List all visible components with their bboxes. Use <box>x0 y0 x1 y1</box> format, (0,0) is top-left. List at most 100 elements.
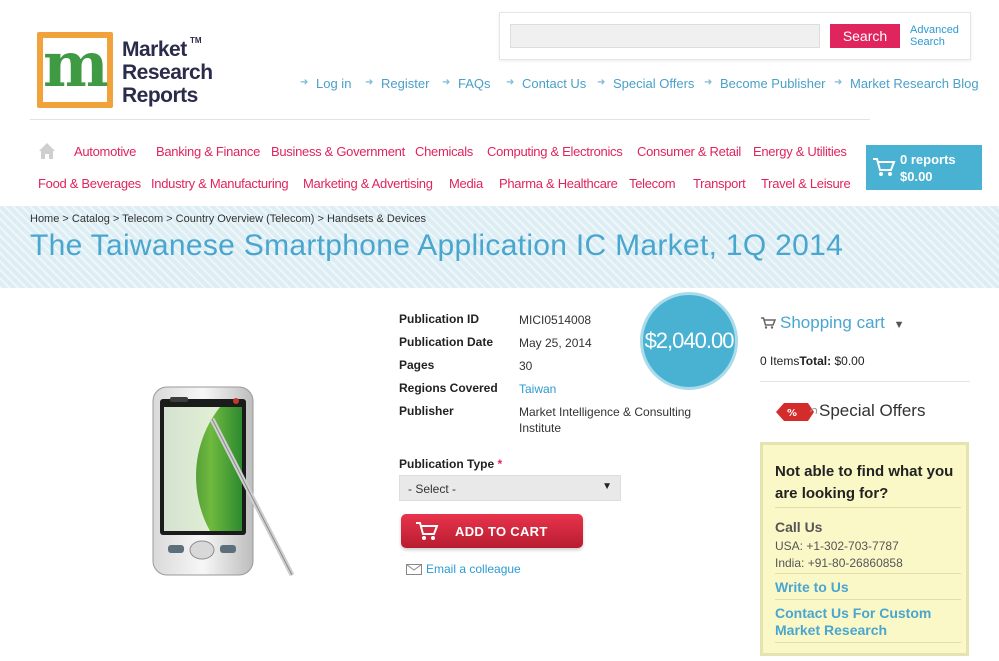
header-cart[interactable]: 0 reports $0.00 <box>866 145 982 190</box>
publication-type-value: - Select - <box>408 482 457 496</box>
category-energy[interactable]: Energy & Utilities <box>753 144 847 159</box>
arrow-right-icon: ➜ <box>300 77 309 88</box>
contact-us-link[interactable]: Contact Us <box>522 76 586 91</box>
category-marketing[interactable]: Marketing & Advertising <box>303 176 433 191</box>
envelope-icon <box>406 564 422 575</box>
discount-tag-icon: % <box>776 403 817 421</box>
call-us-heading: Call Us <box>775 519 823 535</box>
category-telecom[interactable]: Telecom <box>629 176 676 191</box>
publication-type-label: Publication Type * <box>399 457 502 471</box>
detail-label: Publication ID <box>399 312 480 326</box>
publisher-line: Market Intelligence & Consulting <box>519 405 692 419</box>
cart-icon <box>761 317 777 329</box>
custom-research-link[interactable]: Contact Us For Custom Market Research <box>775 605 961 639</box>
breadcrumb-sep: > <box>109 213 123 225</box>
publication-type-text: Publication Type <box>399 457 495 471</box>
category-industry[interactable]: Industry & Manufacturing <box>151 176 289 191</box>
breadcrumb-telecom[interactable]: Telecom <box>122 213 163 225</box>
breadcrumb-sep: > <box>59 213 72 225</box>
detail-label: Regions Covered <box>399 381 498 395</box>
header-cart-total: $0.00 <box>900 169 933 184</box>
breadcrumb-sep: > <box>163 213 176 225</box>
arrow-right-icon: ➜ <box>442 77 451 88</box>
breadcrumb-sep: > <box>314 213 327 225</box>
faqs-link[interactable]: FAQs <box>458 76 491 91</box>
special-offers-link[interactable]: Special Offers <box>613 76 694 91</box>
advanced-search-line: Advanced <box>910 24 959 36</box>
publication-type-select[interactable]: - Select - ▼ <box>399 475 621 501</box>
shopping-cart-heading[interactable]: Shopping cart ▼ <box>760 313 905 333</box>
become-publisher-link[interactable]: Become Publisher <box>720 76 826 91</box>
category-consumer[interactable]: Consumer & Retail <box>637 144 741 159</box>
write-to-us-link[interactable]: Write to Us <box>775 579 849 596</box>
category-chemicals[interactable]: Chemicals <box>415 144 473 159</box>
help-heading: Not able to find what you are looking fo… <box>775 463 954 502</box>
required-marker: * <box>497 457 503 471</box>
phone-india: India: +91-80-26860858 <box>775 556 903 570</box>
breadcrumb-handsets[interactable]: Handsets & Devices <box>327 213 426 225</box>
special-offers-heading[interactable]: Special Offers <box>819 401 925 421</box>
search-input[interactable] <box>510 24 820 48</box>
detail-value: 30 <box>519 359 533 373</box>
cart-icon <box>416 522 439 540</box>
detail-value: May 25, 2014 <box>519 336 592 350</box>
header-cart-count: 0 reports <box>900 152 956 167</box>
breadcrumb: Home > Catalog > Telecom > Country Overv… <box>30 213 426 225</box>
shopping-cart-summary: 0 ItemsTotal: $0.00 <box>760 354 865 368</box>
help-divider <box>775 573 961 574</box>
register-link[interactable]: Register <box>381 76 429 91</box>
region-link[interactable]: Taiwan <box>519 381 556 397</box>
cart-icon <box>873 158 896 176</box>
search-bar: Search Advanced Search <box>499 12 971 60</box>
publisher-line: Institute <box>519 421 562 435</box>
phone-usa: USA: +1-302-703-7787 <box>775 539 899 553</box>
help-divider <box>775 599 961 600</box>
cart-total-value: $0.00 <box>834 354 865 368</box>
breadcrumb-catalog[interactable]: Catalog <box>72 213 110 225</box>
chevron-down-icon: ▼ <box>893 319 905 331</box>
logo-m-glyph: m <box>43 28 109 101</box>
category-computing[interactable]: Computing & Electronics <box>487 144 623 159</box>
logo-wordmark[interactable]: Market Research Reports <box>122 38 213 107</box>
detail-label: Publication Date <box>399 335 494 349</box>
detail-value: Market Intelligence & Consulting Institu… <box>519 404 691 436</box>
arrow-right-icon: ➜ <box>365 77 374 88</box>
help-box: Not able to find what you are looking fo… <box>760 442 969 656</box>
category-automotive[interactable]: Automotive <box>74 144 136 159</box>
logo-inner: m <box>43 30 109 102</box>
breadcrumb-home[interactable]: Home <box>30 213 59 225</box>
detail-label: Pages <box>399 358 435 372</box>
svg-text:%: % <box>787 408 797 419</box>
cart-items-count: 0 Items <box>760 354 800 368</box>
category-media[interactable]: Media <box>449 176 483 191</box>
login-link[interactable]: Log in <box>316 76 351 91</box>
logo-mark[interactable]: m <box>37 30 113 108</box>
category-transport[interactable]: Transport <box>693 176 746 191</box>
search-button[interactable]: Search <box>830 24 900 48</box>
add-to-cart-button[interactable]: ADD TO CART <box>401 514 583 548</box>
breadcrumb-country[interactable]: Country Overview (Telecom) <box>176 213 315 225</box>
email-colleague-link[interactable]: Email a colleague <box>406 562 521 576</box>
sidebar-divider <box>760 381 970 382</box>
category-business[interactable]: Business & Government <box>271 144 405 159</box>
header-divider <box>30 119 870 120</box>
category-pharma[interactable]: Pharma & Healthcare <box>499 176 618 191</box>
category-travel[interactable]: Travel & Leisure <box>761 176 851 191</box>
add-to-cart-label: ADD TO CART <box>455 524 548 539</box>
email-colleague-label: Email a colleague <box>426 562 521 576</box>
shopping-cart-title: Shopping cart <box>780 313 885 332</box>
detail-value: MICI0514008 <box>519 313 592 327</box>
category-banking[interactable]: Banking & Finance <box>156 144 260 159</box>
category-food[interactable]: Food & Beverages <box>38 176 141 191</box>
advanced-search-line: Search <box>910 36 945 48</box>
help-divider <box>775 642 961 643</box>
price-badge: $2,040.00 <box>640 292 738 390</box>
product-image <box>152 386 295 577</box>
blog-link[interactable]: Market Research Blog <box>850 76 979 91</box>
advanced-search-link[interactable]: Advanced Search <box>910 24 959 48</box>
page-title: The Taiwanese Smartphone Application IC … <box>30 229 844 262</box>
arrow-right-icon: ➜ <box>506 77 515 88</box>
home-icon[interactable] <box>38 142 56 160</box>
logo-tm: TM <box>190 36 202 45</box>
detail-label: Publisher <box>399 404 454 418</box>
